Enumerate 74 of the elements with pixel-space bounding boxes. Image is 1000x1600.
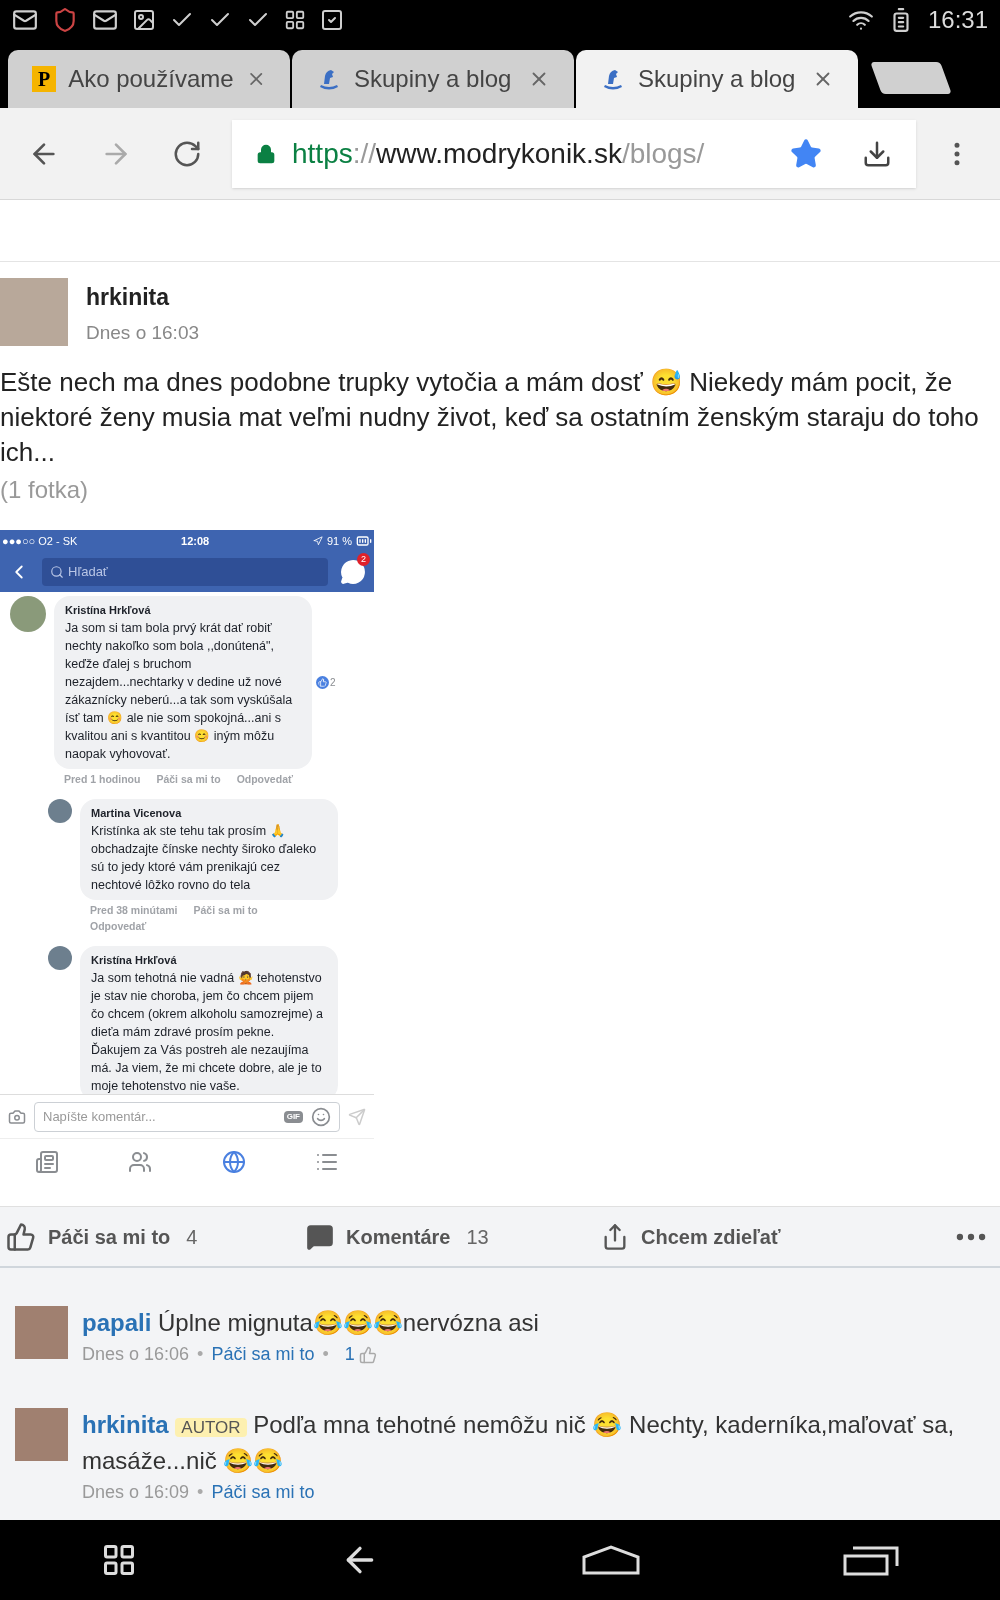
speech-bubble-icon	[306, 1222, 334, 1251]
favicon: P	[32, 66, 57, 92]
battery-icon	[356, 533, 372, 549]
avatar-photo	[48, 946, 72, 971]
comment-action[interactable]: Odpovedať	[90, 918, 147, 935]
search-icon	[50, 565, 64, 579]
image-icon	[132, 8, 156, 32]
comment-text: hrkinita AUTOR Podľa mna tehotné nemôžu nič 😂 Nechty, kaderníka,maľovať sa, masáže...nič 😂😂	[82, 1410, 956, 1476]
action-button[interactable]: Páči sa mi to 4	[6, 1221, 306, 1252]
separator-dot: •	[322, 1343, 329, 1366]
globe-icon[interactable]	[221, 1149, 246, 1174]
comment-time: Dnes o 16:09	[82, 1481, 190, 1504]
comment-author: Kristína Hrkľová	[65, 603, 152, 618]
shield-icon	[52, 7, 78, 33]
grid-icon	[284, 9, 306, 31]
emoji-icon[interactable]	[311, 1106, 331, 1127]
people-icon[interactable]	[128, 1149, 153, 1174]
avatar-photo	[0, 278, 68, 346]
thumbs-up-icon	[6, 1221, 36, 1252]
comment-text: papali Úplne mignuta😂😂😂nervózna asi	[82, 1308, 539, 1338]
gif-button[interactable]: GIF	[283, 1110, 303, 1123]
thumbs-up-icon	[358, 1345, 377, 1364]
comment-action: Pred 38 minútami	[90, 902, 178, 918]
clock: 16:31	[927, 5, 988, 35]
camera-icon[interactable]	[8, 1107, 26, 1126]
tab-title: Skupiny a blog	[638, 64, 797, 94]
browser-tab[interactable]: Skupiny a blog	[292, 50, 574, 108]
location-icon	[312, 536, 323, 546]
star-icon[interactable]	[790, 137, 822, 170]
comment-text: Kristínka ak ste tehu tak prosím 🙏 obchadzajte čínske nechty široko ďaleko sú to jedy ktoré vám prenikajú cez nechtové lôžko rovno do tela	[91, 822, 318, 894]
avatar-photo	[48, 799, 72, 824]
comment-action: Pred 1 hodinou	[64, 771, 141, 787]
carrier: ●●●○○ O2 - SK	[2, 533, 78, 549]
comment-action[interactable]: Odpovedať	[236, 771, 293, 788]
comment-text: Ja som si tam bola prvý krát dať robiť nechty nakoľko som bola ,,donútená", keďže ďalej s bruchom nezajdem...nechtarky v dedine už nové zákaznícky neberú...a tak som vyskúšala ísť tam 😊 ale nie som spokojná...ani s kvalitou ani s kvantitou 😊 iným môžu naopak vyhovovať.	[65, 619, 294, 763]
home-icon[interactable]	[582, 1545, 641, 1575]
like-link[interactable]: Páči sa mi to	[211, 1479, 315, 1506]
post-time: Dnes o 16:03	[86, 320, 200, 345]
post-text: Ešte nech ma dnes podobne trupky vytočia a mám dosť 😅 Niekedy mám pocit, že niektoré ženy musia mat veľmi nudny život, keď sa ostatním ženským staraju do toho ich...	[0, 366, 980, 469]
battery-level: 91 %	[312, 532, 372, 550]
tab-title: Ako používame	[68, 64, 234, 94]
action-button[interactable]: Komentáre 13	[306, 1221, 601, 1252]
like-link[interactable]: Páči sa mi to	[211, 1341, 315, 1368]
comment-author: Kristína Hrkľová	[91, 953, 178, 969]
mail-icon	[12, 7, 38, 33]
action-button[interactable]: Chcem zdieľať	[601, 1221, 896, 1252]
browser-tab[interactable]: Skupiny a blog	[576, 50, 858, 108]
separator-dot: •	[197, 1481, 204, 1504]
checkbox-icon	[320, 8, 344, 32]
comment-text: Ja som tehotná nie vadná 🙅 tehotenstvo je stav nie choroba, jem čo chcem pijem čo chcem (okrem alkoholu samozrejme) a dieťa mám zdravé prosím pekne. Ďakujem za Vás postreh ale nezaujíma má. Ja viem, že mi chcete dobre, ale je to moje tehotenstvo nie vaše.	[91, 969, 325, 1094]
url-text: https://www.modrykonik.sk/blogs/	[292, 136, 706, 171]
notification-badge: 2	[357, 553, 370, 566]
like-count: 1	[344, 1343, 355, 1366]
comment-author: Martina Vicenova	[91, 806, 183, 822]
avatar-photo	[10, 596, 46, 632]
search-field[interactable]: Hľadať	[42, 558, 328, 586]
separator-dot: •	[197, 1343, 204, 1366]
avatar-photo	[15, 1306, 68, 1359]
comment-action[interactable]: Páči sa mi to	[193, 902, 258, 919]
recent-apps-icon[interactable]	[842, 1544, 899, 1576]
comment-field[interactable]: Napíšte komentár... GIF	[34, 1101, 340, 1132]
browser-tab[interactable]: P Ako používame	[8, 50, 290, 108]
comment-action[interactable]: Páči sa mi to	[156, 771, 221, 788]
photo-count: (1 fotka)	[0, 475, 90, 505]
post-author[interactable]: hrkinita	[86, 280, 200, 315]
address-bar[interactable]: https://www.modrykonik.sk/blogs/	[232, 119, 916, 188]
comment-time: Dnes o 16:06	[82, 1343, 190, 1366]
tab-title: Skupiny a blog	[354, 64, 513, 94]
mail-icon	[92, 7, 118, 33]
avatar-photo	[15, 1408, 68, 1461]
like-icon	[316, 675, 329, 689]
reaction-count: 2	[316, 674, 336, 690]
clock: 12:08	[181, 533, 210, 549]
feed-icon[interactable]	[34, 1149, 59, 1174]
